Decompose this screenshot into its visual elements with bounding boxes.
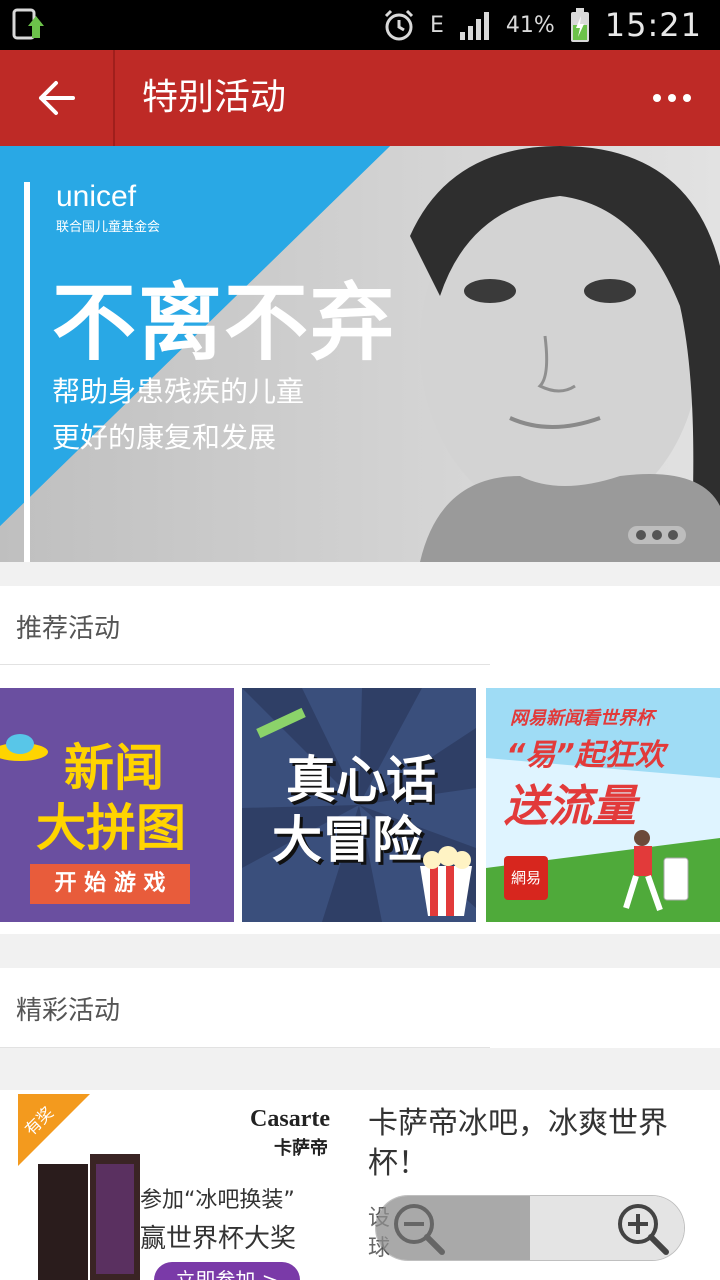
signal-icon <box>459 12 489 40</box>
activity-tile-puzzle[interactable]: 新闻 大拼图 开 始 游 戏 <box>0 688 234 922</box>
battery-percent: 41% <box>505 12 555 38</box>
battery-icon <box>570 8 589 42</box>
section-divider <box>0 1047 490 1048</box>
casarte-logo-cn: 卡萨帝 <box>274 1138 328 1159</box>
ufo-icon <box>0 734 48 761</box>
casarte-logo: Casarte <box>250 1106 330 1132</box>
back-button[interactable] <box>0 50 112 146</box>
syringe-icon <box>256 707 306 739</box>
card-title: 卡萨帝冰吧，冰爽世界杯！ <box>368 1106 668 1181</box>
zoom-in-icon <box>618 1204 669 1255</box>
fridge-image <box>38 1154 140 1280</box>
zoom-control <box>376 1196 684 1260</box>
activity-tile-world-cup[interactable]: 网易新闻看世界杯 “易”起狂欢 送流量 網易 <box>486 688 720 922</box>
section-title-recommended: 推荐活动 <box>16 614 121 644</box>
casarte-ad-image: 有奖 Casarte 卡萨帝 参加“冰吧换装” 赢世界杯大奖 立即参加 > <box>18 1094 344 1280</box>
status-bar: E 41% 15:21 <box>0 0 720 50</box>
zoom-in-button[interactable] <box>530 1196 684 1260</box>
section-divider <box>0 664 490 665</box>
ad-join-button: 立即参加 > <box>154 1262 300 1280</box>
back-arrow-icon <box>39 81 75 115</box>
network-type: E <box>429 12 444 38</box>
app-header: 特别活动 <box>0 50 720 146</box>
football-player-illustration <box>623 830 689 911</box>
featured-section: 精彩活动 <box>0 968 720 1048</box>
activity-tile-truth-or-dare[interactable]: 真心话 大冒险 <box>242 688 476 922</box>
carousel-indicator <box>628 526 686 544</box>
banner-subtitle-1: 帮助身患残疾的儿童 <box>52 375 305 408</box>
ad-line-1: 参加“冰吧换装” <box>140 1188 295 1213</box>
header-divider <box>113 50 115 146</box>
alarm-icon <box>384 9 414 41</box>
start-game-button[interactable]: 开 始 游 戏 <box>30 864 190 904</box>
zoom-out-icon <box>394 1204 445 1255</box>
popcorn-icon <box>420 846 472 916</box>
unicef-logo: unicef 联合国儿童基金会 <box>56 180 161 235</box>
banner-headline: 不离不弃 <box>52 274 397 372</box>
more-dots-icon <box>653 94 661 102</box>
zoom-out-button[interactable] <box>376 1196 530 1260</box>
download-notification-icon <box>12 8 48 42</box>
banner-carousel[interactable]: unicef 联合国儿童基金会 不离不弃 帮助身患残疾的儿童 更好的康复和发展 <box>0 146 720 562</box>
netease-logo: 網易 <box>504 856 548 900</box>
ad-line-2: 赢世界杯大奖 <box>140 1224 297 1254</box>
page-title: 特别活动 <box>142 77 287 118</box>
section-title-featured: 精彩活动 <box>16 996 121 1026</box>
banner-accent-bar <box>24 182 30 562</box>
banner-subtitle-2: 更好的康复和发展 <box>52 421 277 454</box>
clock: 15:21 <box>604 6 702 44</box>
more-options-button[interactable] <box>642 78 702 118</box>
